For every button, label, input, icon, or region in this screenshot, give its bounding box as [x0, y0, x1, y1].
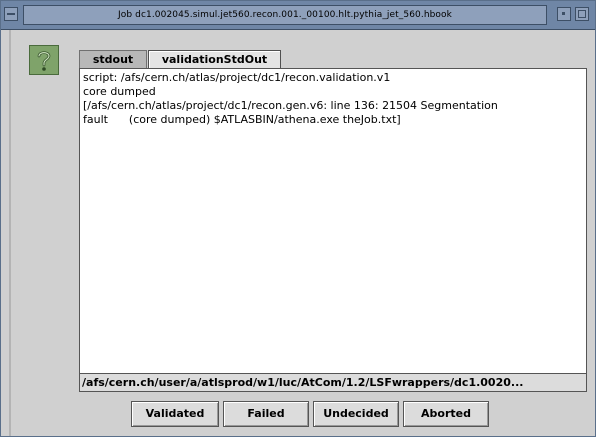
output-line: script: /afs/cern.ch/atlas/project/dc1/r…: [83, 71, 391, 84]
undecided-button[interactable]: Undecided: [313, 401, 399, 427]
window-left-edge: [9, 30, 11, 436]
maximize-icon[interactable]: [575, 7, 589, 21]
output-line: core dumped: [83, 85, 156, 98]
tab-stdout[interactable]: stdout: [79, 50, 147, 68]
job-window: Job dc1.002045.simul.jet560.recon.001._0…: [0, 0, 596, 437]
file-path-label: /afs/cern.ch/user/a/atlsprod/w1/luc/AtCo…: [79, 374, 587, 392]
window-title: Job dc1.002045.simul.jet560.recon.001._0…: [23, 5, 547, 25]
minimize-icon[interactable]: [557, 7, 571, 21]
tab-validation-stdout[interactable]: validationStdOut: [148, 50, 281, 68]
output-text-area[interactable]: script: /afs/cern.ch/atlas/project/dc1/r…: [79, 68, 587, 374]
failed-button[interactable]: Failed: [223, 401, 309, 427]
window-menu-icon[interactable]: [4, 7, 18, 21]
output-line: [/afs/cern.ch/atlas/project/dc1/recon.ge…: [83, 99, 498, 112]
question-mark-icon: [29, 45, 59, 75]
output-line: fault (core dumped) $ATLASBIN/athena.exe…: [83, 113, 401, 126]
validated-button[interactable]: Validated: [131, 401, 219, 427]
title-bar[interactable]: Job dc1.002045.simul.jet560.recon.001._0…: [1, 1, 595, 30]
aborted-button[interactable]: Aborted: [403, 401, 489, 427]
